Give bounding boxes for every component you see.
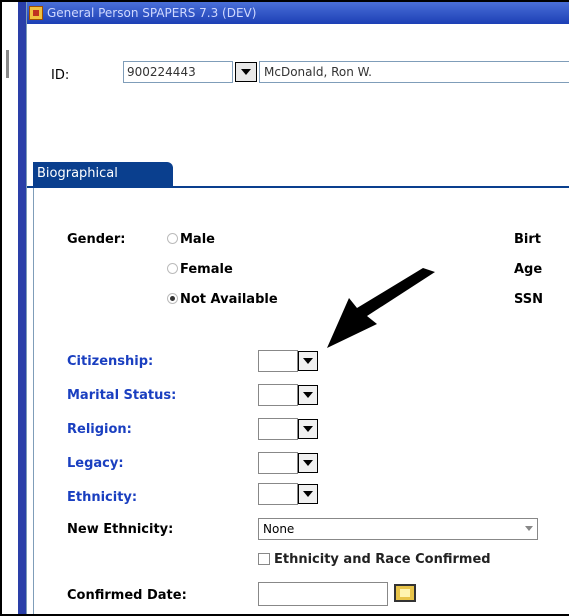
id-label: ID: (51, 68, 70, 83)
radio-not-available-label: Not Available (180, 292, 278, 307)
legacy-input[interactable] (258, 452, 298, 474)
gender-option-female[interactable]: Female (167, 262, 233, 277)
tab-biographical[interactable]: Biographical (33, 162, 173, 186)
pointer-arrow-icon (327, 268, 435, 348)
marital-status-dropdown-icon[interactable] (298, 385, 318, 405)
religion-dropdown-icon[interactable] (298, 419, 318, 439)
radio-male-label: Male (180, 232, 215, 247)
app-icon (29, 6, 43, 20)
age-label: Age (514, 262, 543, 277)
confirmed-date-label: Confirmed Date: (67, 588, 187, 603)
calendar-icon[interactable] (394, 584, 416, 602)
ssn-label: SSN (514, 292, 544, 307)
confirmed-date-input[interactable] (258, 582, 388, 606)
form-window: General Person SPAPERS 7.3 (DEV) ID: 900… (26, 2, 569, 614)
gender-option-male[interactable]: Male (167, 232, 215, 247)
window-left-tick (6, 50, 9, 78)
religion-input[interactable] (258, 418, 298, 440)
select-chevron-down-icon (525, 526, 533, 531)
marital-status-input[interactable] (258, 384, 298, 406)
religion-label: Religion: (67, 422, 132, 437)
legacy-label: Legacy: (67, 456, 124, 471)
gender-option-not-available[interactable]: Not Available (167, 292, 278, 307)
new-ethnicity-label: New Ethnicity: (67, 522, 174, 537)
radio-female[interactable] (167, 263, 178, 274)
new-ethnicity-select[interactable]: None (258, 518, 538, 540)
new-ethnicity-value: None (263, 522, 295, 536)
citizenship-input[interactable] (258, 350, 298, 372)
ethnicity-label: Ethnicity: (67, 490, 138, 505)
screenshot-frame: General Person SPAPERS 7.3 (DEV) ID: 900… (0, 0, 569, 616)
marital-status-label: Marital Status: (67, 388, 177, 403)
window-title: General Person SPAPERS 7.3 (DEV) (47, 6, 257, 20)
radio-female-label: Female (180, 262, 233, 277)
window-left-edge (18, 2, 26, 614)
name-display: McDonald, Ron W. (259, 61, 569, 83)
biographical-panel: Gender: Male Female Not Available Birt A… (33, 188, 569, 614)
radio-male[interactable] (167, 233, 178, 244)
ethnicity-race-confirmed-label: Ethnicity and Race Confirmed (274, 552, 491, 567)
gender-label: Gender: (67, 232, 126, 247)
legacy-dropdown-icon[interactable] (298, 453, 318, 473)
ethnicity-input[interactable] (258, 483, 298, 505)
citizenship-label: Citizenship: (67, 354, 154, 369)
birth-date-label: Birt (514, 232, 541, 247)
citizenship-dropdown-icon[interactable] (298, 351, 318, 371)
radio-not-available[interactable] (167, 293, 178, 304)
id-input[interactable]: 900224443 (123, 61, 233, 83)
key-block: ID: 900224443 McDonald, Ron W. (27, 24, 569, 129)
ethnicity-dropdown-icon[interactable] (298, 484, 318, 504)
ethnicity-race-confirmed-checkbox[interactable] (258, 553, 270, 565)
id-search-dropdown-icon[interactable] (235, 62, 257, 82)
window-titlebar: General Person SPAPERS 7.3 (DEV) (27, 2, 569, 24)
